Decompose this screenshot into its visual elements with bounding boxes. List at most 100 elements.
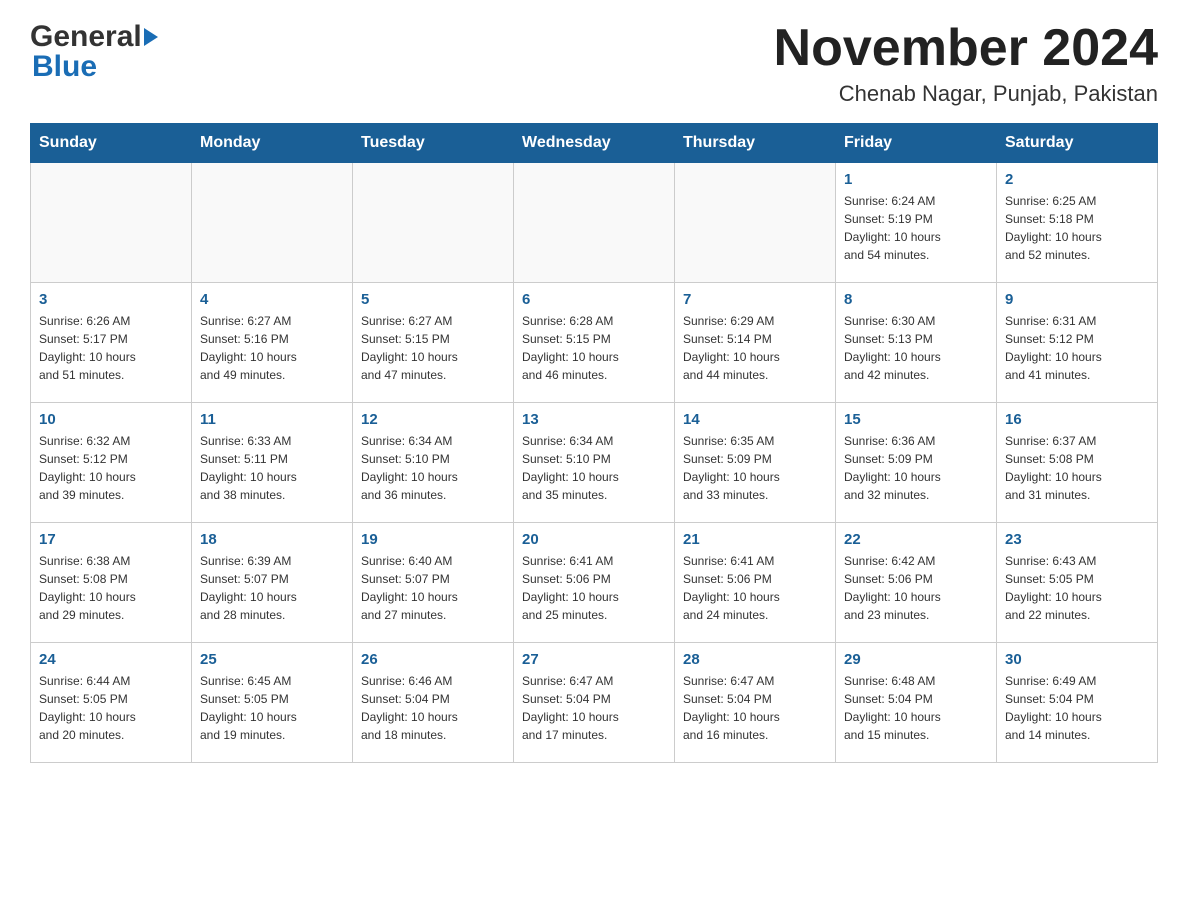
calendar-cell: 27 Sunrise: 6:47 AM Sunset: 5:04 PM Dayli… [514, 643, 675, 763]
day-info: Sunrise: 6:30 AM Sunset: 5:13 PM Dayligh… [844, 312, 988, 384]
day-info: Sunrise: 6:41 AM Sunset: 5:06 PM Dayligh… [522, 552, 666, 624]
calendar-cell: 24 Sunrise: 6:44 AM Sunset: 5:05 PM Dayli… [31, 643, 192, 763]
calendar-header-friday: Friday [836, 124, 997, 163]
calendar-week-row: 10Sunrise: 6:32 AM Sunset: 5:12 PM Dayli… [31, 403, 1158, 523]
day-number: 24 [39, 651, 183, 668]
logo-blue-text: Blue [32, 50, 97, 84]
calendar-cell: 4 Sunrise: 6:27 AM Sunset: 5:16 PM Daylig… [192, 283, 353, 403]
day-info: Sunrise: 6:47 AM Sunset: 5:04 PM Dayligh… [683, 672, 827, 744]
day-number: 26 [361, 651, 505, 668]
day-info: Sunrise: 6:32 AM Sunset: 5:12 PM Dayligh… [39, 432, 183, 504]
calendar-cell: 18 Sunrise: 6:39 AM Sunset: 5:07 PM Dayli… [192, 523, 353, 643]
calendar-header-monday: Monday [192, 124, 353, 163]
calendar-week-row: 3 Sunrise: 6:26 AM Sunset: 5:17 PM Daylig… [31, 283, 1158, 403]
calendar-cell: 1 Sunrise: 6:24 AM Sunset: 5:19 PM Daylig… [836, 163, 997, 283]
day-number: 29 [844, 651, 988, 668]
day-number: 6 [522, 291, 666, 308]
calendar-cell: 26 Sunrise: 6:46 AM Sunset: 5:04 PM Dayli… [353, 643, 514, 763]
day-number: 8 [844, 291, 988, 308]
day-info: Sunrise: 6:35 AM Sunset: 5:09 PM Dayligh… [683, 432, 827, 504]
calendar-cell: 22Sunrise: 6:42 AM Sunset: 5:06 PM Dayli… [836, 523, 997, 643]
day-number: 11 [200, 411, 344, 428]
day-info: Sunrise: 6:29 AM Sunset: 5:14 PM Dayligh… [683, 312, 827, 384]
calendar-cell: 16 Sunrise: 6:37 AM Sunset: 5:08 PM Dayli… [997, 403, 1158, 523]
calendar-cell [675, 163, 836, 283]
day-info: Sunrise: 6:49 AM Sunset: 5:04 PM Dayligh… [1005, 672, 1149, 744]
calendar-cell: 15 Sunrise: 6:36 AM Sunset: 5:09 PM Dayli… [836, 403, 997, 523]
day-number: 25 [200, 651, 344, 668]
day-number: 5 [361, 291, 505, 308]
day-info: Sunrise: 6:33 AM Sunset: 5:11 PM Dayligh… [200, 432, 344, 504]
day-number: 30 [1005, 651, 1149, 668]
day-info: Sunrise: 6:24 AM Sunset: 5:19 PM Dayligh… [844, 192, 988, 264]
calendar-cell: 23 Sunrise: 6:43 AM Sunset: 5:05 PM Dayli… [997, 523, 1158, 643]
calendar-cell: 20Sunrise: 6:41 AM Sunset: 5:06 PM Dayli… [514, 523, 675, 643]
calendar-week-row: 1 Sunrise: 6:24 AM Sunset: 5:19 PM Daylig… [31, 163, 1158, 283]
calendar-cell: 5 Sunrise: 6:27 AM Sunset: 5:15 PM Daylig… [353, 283, 514, 403]
calendar-cell: 9 Sunrise: 6:31 AM Sunset: 5:12 PM Daylig… [997, 283, 1158, 403]
calendar-cell: 30 Sunrise: 6:49 AM Sunset: 5:04 PM Dayli… [997, 643, 1158, 763]
day-number: 27 [522, 651, 666, 668]
calendar-header-thursday: Thursday [675, 124, 836, 163]
calendar-cell [192, 163, 353, 283]
calendar-cell: 12 Sunrise: 6:34 AM Sunset: 5:10 PM Dayli… [353, 403, 514, 523]
day-info: Sunrise: 6:39 AM Sunset: 5:07 PM Dayligh… [200, 552, 344, 624]
day-info: Sunrise: 6:27 AM Sunset: 5:16 PM Dayligh… [200, 312, 344, 384]
calendar-header-sunday: Sunday [31, 124, 192, 163]
day-number: 12 [361, 411, 505, 428]
day-info: Sunrise: 6:26 AM Sunset: 5:17 PM Dayligh… [39, 312, 183, 384]
day-info: Sunrise: 6:46 AM Sunset: 5:04 PM Dayligh… [361, 672, 505, 744]
day-info: Sunrise: 6:34 AM Sunset: 5:10 PM Dayligh… [361, 432, 505, 504]
page-subtitle: Chenab Nagar, Punjab, Pakistan [774, 81, 1158, 107]
calendar-cell: 2 Sunrise: 6:25 AM Sunset: 5:18 PM Daylig… [997, 163, 1158, 283]
calendar-header-tuesday: Tuesday [353, 124, 514, 163]
day-number: 21 [683, 531, 827, 548]
day-number: 17 [39, 531, 183, 548]
title-area: November 2024 Chenab Nagar, Punjab, Paki… [774, 20, 1158, 107]
day-number: 15 [844, 411, 988, 428]
day-info: Sunrise: 6:37 AM Sunset: 5:08 PM Dayligh… [1005, 432, 1149, 504]
day-number: 7 [683, 291, 827, 308]
calendar-cell: 13 Sunrise: 6:34 AM Sunset: 5:10 PM Dayli… [514, 403, 675, 523]
day-info: Sunrise: 6:31 AM Sunset: 5:12 PM Dayligh… [1005, 312, 1149, 384]
calendar-cell: 21 Sunrise: 6:41 AM Sunset: 5:06 PM Dayli… [675, 523, 836, 643]
day-info: Sunrise: 6:41 AM Sunset: 5:06 PM Dayligh… [683, 552, 827, 624]
calendar-cell: 17Sunrise: 6:38 AM Sunset: 5:08 PM Dayli… [31, 523, 192, 643]
calendar-cell: 6Sunrise: 6:28 AM Sunset: 5:15 PM Daylig… [514, 283, 675, 403]
calendar-header-saturday: Saturday [997, 124, 1158, 163]
day-number: 18 [200, 531, 344, 548]
day-info: Sunrise: 6:36 AM Sunset: 5:09 PM Dayligh… [844, 432, 988, 504]
day-info: Sunrise: 6:45 AM Sunset: 5:05 PM Dayligh… [200, 672, 344, 744]
calendar-cell: 28 Sunrise: 6:47 AM Sunset: 5:04 PM Dayli… [675, 643, 836, 763]
day-number: 14 [683, 411, 827, 428]
day-info: Sunrise: 6:44 AM Sunset: 5:05 PM Dayligh… [39, 672, 183, 744]
calendar-cell: 14 Sunrise: 6:35 AM Sunset: 5:09 PM Dayli… [675, 403, 836, 523]
day-info: Sunrise: 6:27 AM Sunset: 5:15 PM Dayligh… [361, 312, 505, 384]
day-number: 19 [361, 531, 505, 548]
page-header: General Blue November 2024 Chenab Nagar,… [30, 20, 1158, 107]
day-info: Sunrise: 6:48 AM Sunset: 5:04 PM Dayligh… [844, 672, 988, 744]
day-number: 23 [1005, 531, 1149, 548]
day-number: 16 [1005, 411, 1149, 428]
day-number: 28 [683, 651, 827, 668]
calendar-cell: 8 Sunrise: 6:30 AM Sunset: 5:13 PM Daylig… [836, 283, 997, 403]
day-info: Sunrise: 6:40 AM Sunset: 5:07 PM Dayligh… [361, 552, 505, 624]
calendar-header-wednesday: Wednesday [514, 124, 675, 163]
day-info: Sunrise: 6:25 AM Sunset: 5:18 PM Dayligh… [1005, 192, 1149, 264]
calendar-cell: 11 Sunrise: 6:33 AM Sunset: 5:11 PM Dayli… [192, 403, 353, 523]
day-number: 3 [39, 291, 183, 308]
calendar-week-row: 24 Sunrise: 6:44 AM Sunset: 5:05 PM Dayli… [31, 643, 1158, 763]
day-number: 2 [1005, 171, 1149, 188]
logo: General Blue [30, 20, 158, 84]
day-info: Sunrise: 6:43 AM Sunset: 5:05 PM Dayligh… [1005, 552, 1149, 624]
day-number: 1 [844, 171, 988, 188]
calendar-cell: 19 Sunrise: 6:40 AM Sunset: 5:07 PM Dayli… [353, 523, 514, 643]
day-number: 9 [1005, 291, 1149, 308]
calendar-header-row: SundayMondayTuesdayWednesdayThursdayFrid… [31, 124, 1158, 163]
calendar-cell: 10Sunrise: 6:32 AM Sunset: 5:12 PM Dayli… [31, 403, 192, 523]
day-number: 13 [522, 411, 666, 428]
day-number: 4 [200, 291, 344, 308]
day-info: Sunrise: 6:34 AM Sunset: 5:10 PM Dayligh… [522, 432, 666, 504]
day-info: Sunrise: 6:47 AM Sunset: 5:04 PM Dayligh… [522, 672, 666, 744]
logo-triangle-icon [144, 28, 158, 46]
